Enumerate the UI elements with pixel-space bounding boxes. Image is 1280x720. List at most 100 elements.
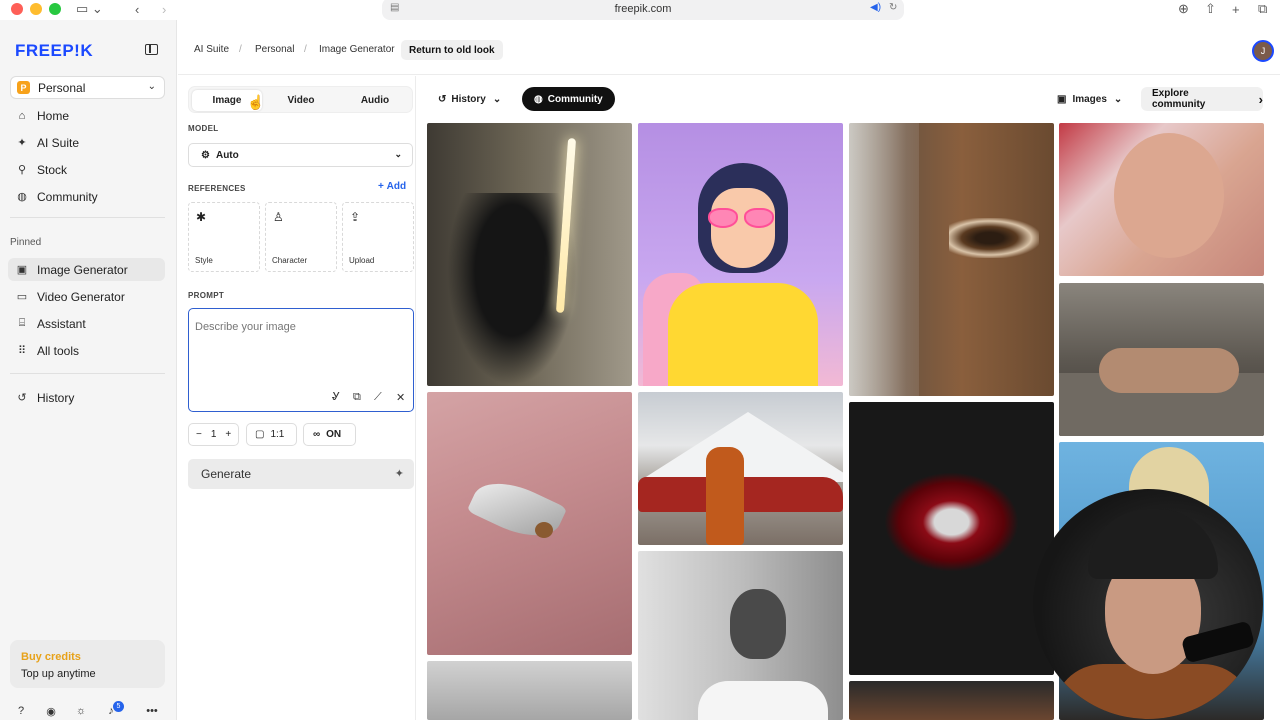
share-icon[interactable]: ⇧ [1205,0,1216,18]
generator-panel: Image Video Audio MODEL ⚙ Auto ⌄ REFEREN… [178,76,416,720]
gallery-image[interactable] [849,402,1054,675]
gallery-image[interactable] [1059,283,1264,436]
avatar[interactable]: J [1252,40,1274,62]
breadcrumb-ai-suite[interactable]: AI Suite [194,44,229,55]
gallery-image[interactable] [638,392,843,545]
webcam-overlay [1033,489,1263,719]
add-reference-label: Add [386,181,407,192]
reference-upload-card[interactable]: ⇪ Upload [342,202,414,272]
address-bar[interactable]: ▤ freepik.com ◀) ↻ [382,0,904,20]
nav-label: History [37,390,75,405]
url-text: freepik.com [614,3,672,15]
link-icon: ∞ [313,429,321,440]
breadcrumb-separator: / [239,44,242,55]
generate-label: Generate [201,467,252,481]
nav-community[interactable]: ◍ Community [8,185,165,208]
search-icon: ⚲ [17,164,27,176]
history-dropdown[interactable]: ↺ History ⌄ [438,87,501,111]
minimize-window-button[interactable] [30,3,42,15]
nav-history[interactable]: ↺ History [8,386,165,409]
grid-icon: ⠿ [17,345,27,357]
seed-icon[interactable]: Ꮍ [332,391,340,404]
clear-icon[interactable]: ✕ [396,391,405,404]
reference-style-card[interactable]: ✱ Style [188,202,260,272]
chevron-down-icon: ⌄ [1113,93,1123,105]
history-icon: ↺ [17,392,27,404]
maximize-window-button[interactable] [49,3,61,15]
audio-icon[interactable]: ◀) [870,2,881,13]
prompt-input[interactable] [195,317,405,337]
sparkle-icon: ✦ [394,468,404,480]
square-icon: ▢ [255,429,265,440]
images-filter-label: Images [1072,93,1107,105]
community-button[interactable]: ◍ Community [522,87,615,111]
top-header: AI Suite / Personal / Image Generator Re… [178,20,1280,75]
translate-icon[interactable]: ⧉ [353,391,361,404]
images-filter-dropdown[interactable]: ▣ Images ⌄ [1057,87,1122,111]
nav-label: AI Suite [37,135,80,150]
gallery-image[interactable] [638,123,843,386]
model-select[interactable]: ⚙ Auto ⌄ [188,143,413,167]
sparkle-icon: ✦ [17,137,27,149]
plus-icon: + [378,181,387,192]
download-icon[interactable]: ⊕ [1178,0,1189,18]
gallery-image[interactable] [427,392,632,655]
nav-image-generator[interactable]: ▣ Image Generator [8,258,165,281]
gallery-image[interactable] [638,551,843,720]
plus-icon[interactable]: + [225,429,231,440]
discord-icon[interactable]: ◉ [44,705,58,718]
person-icon: ♙ [273,210,284,224]
buy-credits-card[interactable]: Buy credits Top up anytime [10,640,165,688]
new-tab-icon[interactable]: + [1232,0,1240,18]
toggle-value: ON [326,429,342,440]
workspace-selector[interactable]: P Personal ⌄ [10,76,165,99]
reload-icon[interactable]: ↻ [889,2,897,13]
close-window-button[interactable] [11,3,23,15]
gallery-image[interactable] [849,681,1054,720]
style-icon: ✱ [196,210,207,224]
page-menu-icon[interactable]: ▤ [390,2,399,13]
mode-tabs: Image Video Audio [188,86,413,113]
aspect-ratio-button[interactable]: ▢ 1:1 [246,423,297,446]
toggle-button[interactable]: ∞ ON [303,423,356,446]
back-icon[interactable]: ‹ [135,0,139,18]
references-label: REFERENCES [188,184,246,193]
nav-assistant[interactable]: ⌸ Assistant [8,312,165,335]
more-icon[interactable]: ••• [145,705,159,717]
magic-wand-icon[interactable]: ⟋ [374,391,382,404]
tab-video[interactable]: Video [266,90,336,111]
browser-toolbar: ▭ ⌄ ‹ › ▤ freepik.com ◀) ↻ ⊕ ⇧ + ⧉ [0,0,1280,20]
nav-stock[interactable]: ⚲ Stock [8,158,165,181]
theme-icon[interactable]: ☼ [74,705,88,717]
chevron-down-icon: ⌄ [394,149,402,159]
minus-icon[interactable]: − [196,429,202,440]
gallery-image[interactable] [427,123,632,386]
forward-icon[interactable]: › [162,0,166,18]
breadcrumb-image-generator[interactable]: Image Generator [319,44,395,55]
tab-audio[interactable]: Audio [340,90,410,111]
freepik-logo[interactable]: FREEP!K [15,41,93,61]
sidebar-toggle-icon[interactable]: ▭ ⌄ [76,0,103,18]
reference-character-card[interactable]: ♙ Character [265,202,337,272]
generate-button[interactable]: Generate ✦ [188,459,414,489]
help-icon[interactable]: ? [14,705,28,717]
model-value: Auto [215,149,239,161]
divider [10,217,165,218]
explore-community-button[interactable]: Explore community › [1141,87,1263,111]
globe-icon: ◍ [17,191,27,203]
quantity-stepper: − 1 + [188,423,239,446]
nav-home[interactable]: ⌂ Home [8,104,165,127]
collapse-sidebar-icon[interactable] [145,44,158,55]
aspect-ratio-value: 1:1 [270,429,285,440]
nav-ai-suite[interactable]: ✦ AI Suite [8,131,165,154]
gallery-image[interactable] [849,123,1054,396]
return-to-old-look-button[interactable]: Return to old look [401,40,503,60]
add-reference-button[interactable]: + Add [378,181,406,192]
breadcrumb-personal[interactable]: Personal [255,44,294,55]
gallery-image[interactable] [1059,123,1264,276]
nav-video-generator[interactable]: ▭ Video Generator [8,285,165,308]
community-button-label: Community [547,93,603,105]
tabs-overview-icon[interactable]: ⧉ [1258,0,1267,18]
gallery-image[interactable] [427,661,632,720]
nav-all-tools[interactable]: ⠿ All tools [8,339,165,362]
